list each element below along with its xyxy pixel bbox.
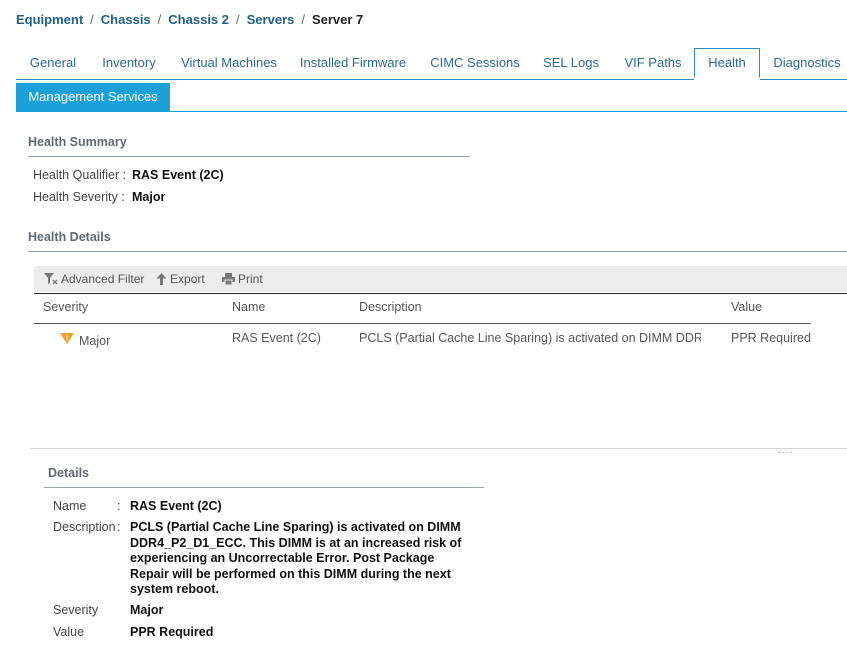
tab-vif-paths[interactable]: VIF Paths: [620, 48, 686, 77]
health-severity-label: Health Severity :: [33, 190, 125, 204]
detail-value-value: PPR Required: [130, 625, 214, 639]
column-header-name[interactable]: Name: [232, 300, 265, 314]
grid-header-rule: [34, 293, 847, 294]
print-label: Print: [238, 272, 263, 286]
advanced-filter-button[interactable]: Advanced Filter: [44, 272, 144, 286]
svg-text:!: !: [66, 336, 68, 343]
export-arrow-up-icon: [156, 273, 167, 285]
health-summary-rule: [28, 156, 470, 157]
breadcrumb-separator: /: [301, 12, 305, 27]
tab-sel-logs[interactable]: SEL Logs: [538, 48, 604, 77]
subtab-divider: [16, 111, 847, 112]
column-header-description[interactable]: Description: [359, 300, 422, 314]
breadcrumb: Equipment / Chassis / Chassis 2 / Servers / Serv…: [16, 12, 363, 27]
detail-name-colon: :: [117, 499, 121, 513]
row-description: PCLS (Partial Cache Line Sparing) is act…: [359, 331, 701, 345]
row-value: PPR Required: [731, 331, 811, 345]
breadcrumb-current: Server 7: [311, 12, 364, 27]
print-button[interactable]: Print: [222, 272, 263, 286]
health-qualifier-label: Health Qualifier :: [33, 168, 127, 182]
filter-icon: [44, 273, 58, 285]
row-severity: Major: [79, 334, 111, 348]
detail-severity-label: Severity: [53, 603, 99, 617]
breadcrumb-chassis-2[interactable]: Chassis 2: [168, 12, 229, 27]
details-rule: [44, 487, 484, 488]
detail-name-value: RAS Event (2C): [130, 499, 222, 513]
breadcrumb-servers[interactable]: Servers: [247, 12, 295, 27]
export-label: Export: [170, 272, 205, 286]
tab-bar: General Inventory Virtual Machines Insta…: [16, 48, 847, 78]
breadcrumb-equipment[interactable]: Equipment: [16, 12, 83, 27]
health-summary-heading: Health Summary: [28, 135, 127, 149]
breadcrumb-separator: /: [157, 12, 162, 27]
health-severity-value: Major: [132, 190, 166, 204]
subtab-management-services[interactable]: Management Services: [16, 83, 170, 111]
warning-triangle-down-icon: !: [60, 332, 74, 350]
printer-icon: [222, 273, 235, 286]
detail-description-value: PCLS (Partial Cache Line Sparing) is act…: [130, 520, 462, 596]
detail-severity-value: Major: [130, 603, 164, 617]
pane-splitter[interactable]: [30, 448, 847, 449]
detail-description-colon: :: [117, 520, 121, 534]
active-tab-gap: [694, 79, 760, 80]
breadcrumb-chassis[interactable]: Chassis: [101, 12, 151, 27]
tab-cimc-sessions[interactable]: CIMC Sessions: [426, 48, 524, 77]
health-details-heading: Health Details: [28, 230, 111, 244]
health-qualifier-value: RAS Event (2C): [132, 168, 224, 182]
grid-toolbar: Advanced Filter Export Print: [34, 266, 847, 292]
tab-health[interactable]: Health: [694, 48, 760, 78]
column-header-value[interactable]: Value: [731, 300, 762, 314]
tab-virtual-machines[interactable]: Virtual Machines: [174, 48, 284, 77]
tab-inventory[interactable]: Inventory: [94, 48, 164, 77]
row-name: RAS Event (2C): [232, 331, 321, 345]
detail-name-label: Name: [53, 499, 87, 513]
detail-description-label: Description: [53, 520, 116, 534]
column-header-severity[interactable]: Severity: [43, 300, 88, 314]
breadcrumb-separator: /: [90, 12, 94, 27]
tab-installed-firmware[interactable]: Installed Firmware: [298, 48, 408, 77]
splitter-grip[interactable]: ....: [778, 445, 793, 456]
breadcrumb-separator: /: [236, 12, 240, 27]
advanced-filter-label: Advanced Filter: [61, 272, 145, 286]
tab-diagnostics[interactable]: Diagnostics: [768, 48, 846, 77]
tab-general[interactable]: General: [16, 48, 90, 77]
health-details-rule: [28, 251, 847, 252]
detail-value-label: Value: [53, 625, 85, 639]
details-heading: Details: [48, 466, 89, 480]
export-button[interactable]: Export: [156, 272, 205, 286]
